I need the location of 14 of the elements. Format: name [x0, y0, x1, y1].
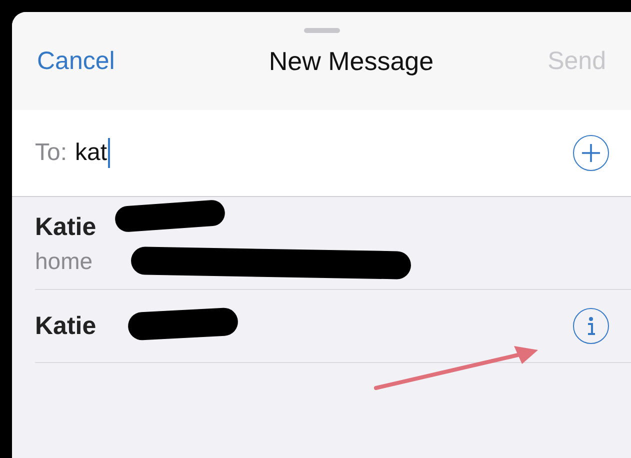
contact-suggestion[interactable]: Katie: [35, 290, 631, 363]
plus-icon: [580, 142, 602, 164]
contact-name: Katie: [35, 312, 96, 340]
cancel-button[interactable]: Cancel: [37, 46, 115, 76]
recipient-input[interactable]: kat: [75, 138, 573, 168]
contact-suggestion[interactable]: Katie home: [35, 197, 631, 290]
add-contact-button[interactable]: [573, 135, 609, 171]
contact-detail: home: [35, 248, 93, 275]
info-icon: [585, 315, 597, 337]
recipient-field[interactable]: To: kat: [12, 110, 631, 197]
info-button[interactable]: [573, 308, 609, 344]
window-title: New Message: [268, 46, 434, 76]
contact-name: Katie: [35, 213, 96, 242]
to-label: To:: [35, 139, 68, 167]
